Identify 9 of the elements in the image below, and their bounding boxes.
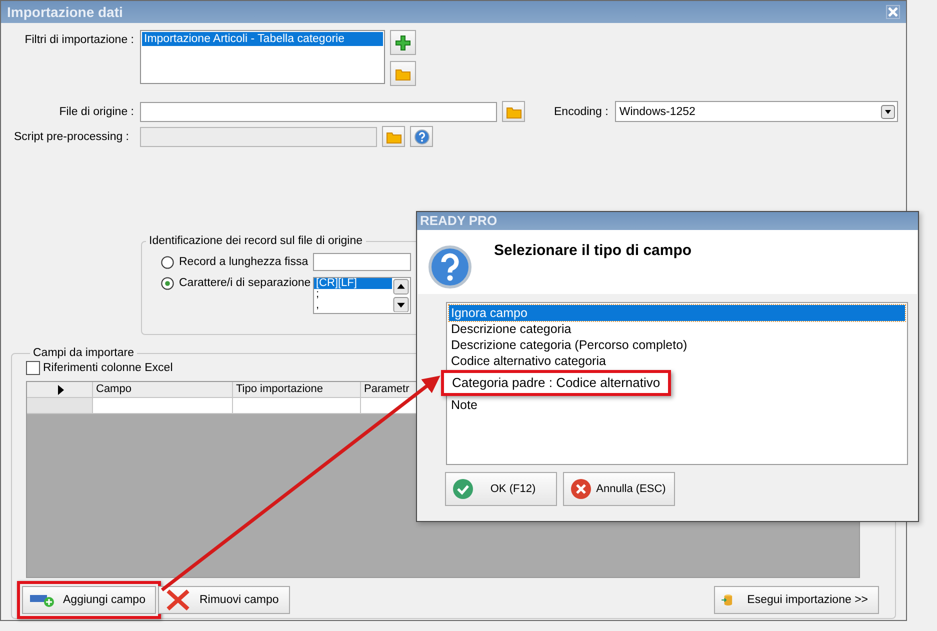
- window-title: Importazione dati: [7, 4, 123, 20]
- source-file-label: File di origine :: [58, 104, 134, 120]
- encoding-label: Encoding :: [554, 106, 608, 118]
- dialog-heading: Selezionare il tipo di campo: [494, 242, 692, 259]
- filters-label: Filtri di importazione :: [24, 33, 134, 48]
- script-label: Script pre-processing :: [12, 130, 129, 144]
- dialog-title: READY PRO: [420, 213, 498, 228]
- fields-group-title: Campi da importare: [32, 347, 135, 359]
- record-group-title: Identificazione dei record sul file di origine: [148, 235, 364, 247]
